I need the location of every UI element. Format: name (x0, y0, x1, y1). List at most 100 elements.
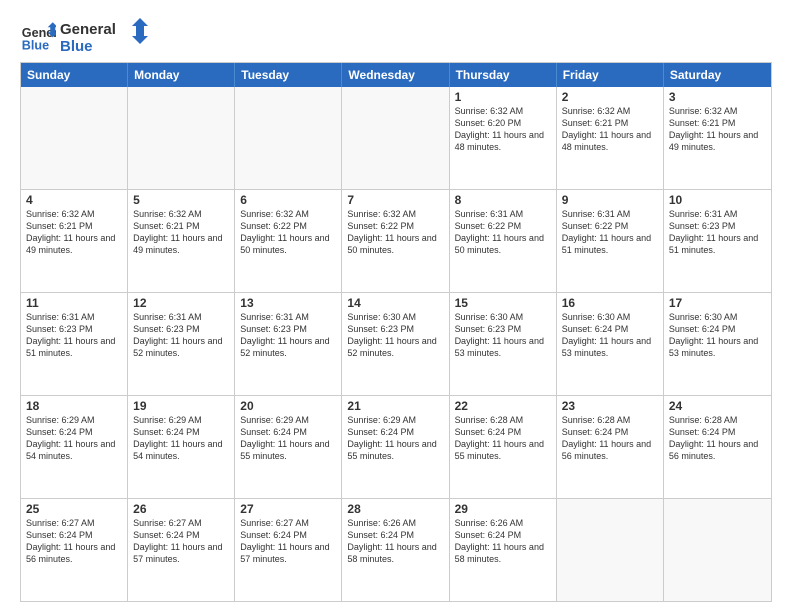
cal-cell-12: 12Sunrise: 6:31 AMSunset: 6:23 PMDayligh… (128, 293, 235, 395)
cal-cell-26: 26Sunrise: 6:27 AMSunset: 6:24 PMDayligh… (128, 499, 235, 601)
day-info: Sunrise: 6:28 AMSunset: 6:24 PMDaylight:… (562, 414, 658, 463)
cal-cell-18: 18Sunrise: 6:29 AMSunset: 6:24 PMDayligh… (21, 396, 128, 498)
logo-icon: General Blue (20, 17, 56, 53)
day-number: 19 (133, 399, 229, 413)
cal-cell-28: 28Sunrise: 6:26 AMSunset: 6:24 PMDayligh… (342, 499, 449, 601)
day-number: 4 (26, 193, 122, 207)
day-number: 23 (562, 399, 658, 413)
day-number: 16 (562, 296, 658, 310)
header: General Blue General Blue (20, 16, 772, 54)
day-info: Sunrise: 6:30 AMSunset: 6:24 PMDaylight:… (562, 311, 658, 360)
calendar-row-1: 1Sunrise: 6:32 AMSunset: 6:20 PMDaylight… (21, 87, 771, 189)
day-info: Sunrise: 6:31 AMSunset: 6:23 PMDaylight:… (133, 311, 229, 360)
cal-cell-14: 14Sunrise: 6:30 AMSunset: 6:23 PMDayligh… (342, 293, 449, 395)
day-info: Sunrise: 6:32 AMSunset: 6:21 PMDaylight:… (562, 105, 658, 154)
day-number: 2 (562, 90, 658, 104)
day-number: 17 (669, 296, 766, 310)
cal-cell-1: 1Sunrise: 6:32 AMSunset: 6:20 PMDaylight… (450, 87, 557, 189)
day-info: Sunrise: 6:27 AMSunset: 6:24 PMDaylight:… (133, 517, 229, 566)
day-number: 25 (26, 502, 122, 516)
cal-cell-empty-0-3 (342, 87, 449, 189)
cal-cell-10: 10Sunrise: 6:31 AMSunset: 6:23 PMDayligh… (664, 190, 771, 292)
calendar-header-saturday: Saturday (664, 63, 771, 87)
cal-cell-24: 24Sunrise: 6:28 AMSunset: 6:24 PMDayligh… (664, 396, 771, 498)
day-number: 11 (26, 296, 122, 310)
day-info: Sunrise: 6:31 AMSunset: 6:22 PMDaylight:… (455, 208, 551, 257)
calendar-row-4: 18Sunrise: 6:29 AMSunset: 6:24 PMDayligh… (21, 395, 771, 498)
day-info: Sunrise: 6:29 AMSunset: 6:24 PMDaylight:… (133, 414, 229, 463)
cal-cell-22: 22Sunrise: 6:28 AMSunset: 6:24 PMDayligh… (450, 396, 557, 498)
day-info: Sunrise: 6:32 AMSunset: 6:20 PMDaylight:… (455, 105, 551, 154)
day-number: 24 (669, 399, 766, 413)
cal-cell-2: 2Sunrise: 6:32 AMSunset: 6:21 PMDaylight… (557, 87, 664, 189)
day-info: Sunrise: 6:29 AMSunset: 6:24 PMDaylight:… (347, 414, 443, 463)
day-number: 22 (455, 399, 551, 413)
calendar-header-wednesday: Wednesday (342, 63, 449, 87)
day-number: 3 (669, 90, 766, 104)
day-number: 14 (347, 296, 443, 310)
day-info: Sunrise: 6:30 AMSunset: 6:23 PMDaylight:… (347, 311, 443, 360)
page: General Blue General Blue SundayMondayTu… (0, 0, 792, 612)
day-number: 27 (240, 502, 336, 516)
day-number: 10 (669, 193, 766, 207)
day-info: Sunrise: 6:27 AMSunset: 6:24 PMDaylight:… (26, 517, 122, 566)
day-info: Sunrise: 6:32 AMSunset: 6:22 PMDaylight:… (347, 208, 443, 257)
cal-cell-6: 6Sunrise: 6:32 AMSunset: 6:22 PMDaylight… (235, 190, 342, 292)
cal-cell-11: 11Sunrise: 6:31 AMSunset: 6:23 PMDayligh… (21, 293, 128, 395)
cal-cell-3: 3Sunrise: 6:32 AMSunset: 6:21 PMDaylight… (664, 87, 771, 189)
svg-text:Blue: Blue (22, 38, 49, 52)
day-number: 26 (133, 502, 229, 516)
day-number: 5 (133, 193, 229, 207)
cal-cell-21: 21Sunrise: 6:29 AMSunset: 6:24 PMDayligh… (342, 396, 449, 498)
calendar-header-tuesday: Tuesday (235, 63, 342, 87)
day-info: Sunrise: 6:32 AMSunset: 6:22 PMDaylight:… (240, 208, 336, 257)
calendar-row-3: 11Sunrise: 6:31 AMSunset: 6:23 PMDayligh… (21, 292, 771, 395)
cal-cell-5: 5Sunrise: 6:32 AMSunset: 6:21 PMDaylight… (128, 190, 235, 292)
day-number: 29 (455, 502, 551, 516)
day-info: Sunrise: 6:32 AMSunset: 6:21 PMDaylight:… (133, 208, 229, 257)
svg-text:Blue: Blue (60, 38, 93, 54)
cal-cell-27: 27Sunrise: 6:27 AMSunset: 6:24 PMDayligh… (235, 499, 342, 601)
day-info: Sunrise: 6:31 AMSunset: 6:23 PMDaylight:… (240, 311, 336, 360)
logo: General Blue General Blue (20, 16, 150, 54)
day-number: 8 (455, 193, 551, 207)
svg-text:General: General (60, 21, 116, 38)
cal-cell-20: 20Sunrise: 6:29 AMSunset: 6:24 PMDayligh… (235, 396, 342, 498)
cal-cell-9: 9Sunrise: 6:31 AMSunset: 6:22 PMDaylight… (557, 190, 664, 292)
day-info: Sunrise: 6:27 AMSunset: 6:24 PMDaylight:… (240, 517, 336, 566)
calendar: SundayMondayTuesdayWednesdayThursdayFrid… (20, 62, 772, 602)
cal-cell-13: 13Sunrise: 6:31 AMSunset: 6:23 PMDayligh… (235, 293, 342, 395)
day-number: 20 (240, 399, 336, 413)
logo-text: General Blue (60, 16, 150, 54)
day-number: 7 (347, 193, 443, 207)
calendar-row-2: 4 Sunrise: 6:32 AMSunset: 6:21 PMDaylight… (21, 189, 771, 292)
calendar-body: 1Sunrise: 6:32 AMSunset: 6:20 PMDaylight… (21, 87, 771, 601)
cal-cell-15: 15Sunrise: 6:30 AMSunset: 6:23 PMDayligh… (450, 293, 557, 395)
day-number: 9 (562, 193, 658, 207)
cal-cell-25: 25Sunrise: 6:27 AMSunset: 6:24 PMDayligh… (21, 499, 128, 601)
day-number: 1 (455, 90, 551, 104)
day-info: Sunrise: 6:26 AMSunset: 6:24 PMDaylight:… (455, 517, 551, 566)
day-info: Sunrise: 6:28 AMSunset: 6:24 PMDaylight:… (669, 414, 766, 463)
day-info: Sunrise: 6:29 AMSunset: 6:24 PMDaylight:… (26, 414, 122, 463)
day-info: Sunrise: 6:28 AMSunset: 6:24 PMDaylight:… (455, 414, 551, 463)
calendar-header: SundayMondayTuesdayWednesdayThursdayFrid… (21, 63, 771, 87)
calendar-header-friday: Friday (557, 63, 664, 87)
day-number: 18 (26, 399, 122, 413)
cal-cell-empty-0-0 (21, 87, 128, 189)
day-info: Sunrise: 6:29 AMSunset: 6:24 PMDaylight:… (240, 414, 336, 463)
day-info: Sunrise: 6:31 AMSunset: 6:23 PMDaylight:… (26, 311, 122, 360)
day-info: Sunrise: 6:30 AMSunset: 6:24 PMDaylight:… (669, 311, 766, 360)
calendar-row-5: 25Sunrise: 6:27 AMSunset: 6:24 PMDayligh… (21, 498, 771, 601)
day-info: Sunrise: 6:26 AMSunset: 6:24 PMDaylight:… (347, 517, 443, 566)
day-info: Sunrise: 6:30 AMSunset: 6:23 PMDaylight:… (455, 311, 551, 360)
day-number: 6 (240, 193, 336, 207)
day-info: Sunrise: 6:31 AMSunset: 6:22 PMDaylight:… (562, 208, 658, 257)
cal-cell-16: 16Sunrise: 6:30 AMSunset: 6:24 PMDayligh… (557, 293, 664, 395)
day-number: 12 (133, 296, 229, 310)
day-number: 15 (455, 296, 551, 310)
cal-cell-23: 23Sunrise: 6:28 AMSunset: 6:24 PMDayligh… (557, 396, 664, 498)
cal-cell-4: 4Sunrise: 6:32 AMSunset: 6:21 PMDaylight… (21, 190, 128, 292)
cal-cell-empty-4-6 (664, 499, 771, 601)
day-info: Sunrise: 6:31 AMSunset: 6:23 PMDaylight:… (669, 208, 766, 257)
